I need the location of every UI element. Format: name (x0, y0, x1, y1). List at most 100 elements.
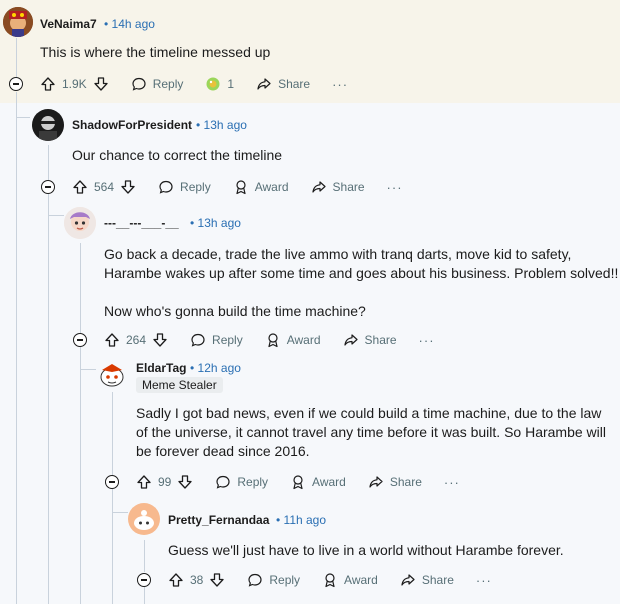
separator-dot: • (190, 361, 195, 375)
avatar[interactable] (128, 503, 160, 535)
timestamp-link[interactable]: 13h ago (198, 216, 241, 230)
avatar[interactable] (96, 360, 128, 392)
vote-score: 1.9K (62, 77, 87, 91)
comment-actions: 38 Reply Award Share ··· (168, 568, 492, 592)
upvote-icon[interactable] (168, 572, 184, 588)
timestamp-link[interactable]: 14h ago (112, 17, 155, 31)
avatar-image (128, 503, 160, 535)
reply-button[interactable]: Reply (131, 76, 183, 92)
downvote-icon[interactable] (209, 572, 225, 588)
reply-button[interactable]: Reply (247, 572, 300, 588)
share-label: Share (332, 180, 365, 194)
avatar-image (96, 360, 128, 392)
comment-body: Sadly I got bad news, even if we could b… (136, 404, 606, 461)
downvote-icon[interactable] (120, 179, 136, 195)
award-label: Award (286, 333, 321, 347)
comment-text: Our chance to correct the timeline (72, 147, 283, 163)
more-options-icon[interactable]: ··· (387, 180, 403, 195)
avatar[interactable] (64, 207, 96, 239)
thread-line (16, 38, 17, 78)
avatar-image (32, 109, 64, 141)
collapse-icon[interactable] (41, 180, 55, 194)
comment-actions: 99 Reply Award Share ··· (136, 470, 460, 494)
timestamp-link[interactable]: 11h ago (284, 513, 327, 527)
more-options-icon[interactable]: ··· (332, 77, 348, 92)
vote-score: 99 (158, 475, 172, 489)
comment-meta: • 11h ago (276, 513, 326, 527)
award-icon (268, 333, 278, 348)
more-options-icon[interactable]: ··· (419, 333, 435, 348)
reply-button[interactable]: Reply (190, 332, 243, 348)
share-button[interactable]: Share (368, 474, 422, 490)
separator-dot: • (276, 513, 281, 527)
separator-dot: • (190, 216, 195, 230)
reply-icon (216, 475, 230, 489)
upvote-icon[interactable] (40, 76, 56, 92)
username[interactable]: EldarTag (136, 361, 186, 375)
vote-score: 564 (94, 180, 115, 194)
share-icon (369, 476, 383, 488)
award-button[interactable]: Award (290, 474, 346, 490)
vote-group: 264 (104, 332, 168, 348)
collapse-icon[interactable] (73, 333, 87, 347)
avatar[interactable] (3, 7, 33, 37)
more-options-icon[interactable]: ··· (444, 475, 460, 490)
timestamp-link[interactable]: 13h ago (204, 118, 247, 132)
avatar[interactable] (32, 109, 64, 141)
downvote-icon[interactable] (152, 332, 168, 348)
vote-group: 38 (168, 572, 225, 588)
thread-line (144, 586, 145, 604)
collapse-icon[interactable] (105, 475, 119, 489)
award-icon (236, 180, 246, 195)
username[interactable]: ---__---___-__ (104, 216, 179, 230)
comment-text: of the universe, it cannot travel any ti… (136, 424, 606, 440)
award-button[interactable]: 1 (205, 76, 234, 92)
thread-line (80, 243, 81, 333)
collapse-icon[interactable] (9, 77, 23, 91)
more-options-icon[interactable]: ··· (476, 573, 492, 588)
share-button[interactable]: Share (400, 572, 454, 588)
vote-score: 264 (126, 333, 147, 347)
username[interactable]: VeNaima7 (40, 17, 97, 31)
reply-button[interactable]: Reply (215, 474, 268, 490)
award-emoji-icon (206, 77, 220, 91)
share-icon (343, 334, 358, 346)
thread-line (144, 540, 145, 572)
comment-body: Our chance to correct the timeline (72, 146, 282, 165)
separator-dot: • (104, 17, 109, 31)
share-label: Share (278, 77, 311, 91)
downvote-icon[interactable] (177, 474, 193, 490)
avatar-image (64, 207, 96, 239)
comment-meta: • 13h ago (196, 118, 247, 132)
downvote-icon[interactable] (93, 76, 109, 92)
award-icon (325, 573, 335, 588)
share-button[interactable]: Share (343, 332, 397, 348)
comment-text: This is where the timeline messed up (40, 44, 271, 60)
share-button[interactable]: Share (311, 179, 365, 195)
comment-text: Guess we'll just have to live in a world… (168, 542, 564, 558)
share-button[interactable]: Share (256, 76, 310, 92)
username[interactable]: Pretty_Fernandaa (168, 513, 269, 527)
comment-text: Harambe wakes up after some time and goe… (104, 265, 619, 281)
username[interactable]: ShadowForPresident (72, 118, 192, 132)
reply-label: Reply (269, 573, 301, 587)
comment-text-blank (104, 283, 618, 302)
vote-group: 99 (136, 474, 193, 490)
upvote-icon[interactable] (104, 332, 120, 348)
timestamp-link[interactable]: 12h ago (198, 361, 241, 375)
reply-icon (191, 333, 205, 347)
award-button[interactable]: Award (265, 332, 321, 348)
thread-line (112, 392, 113, 475)
award-button[interactable]: Award (233, 179, 289, 195)
share-icon (311, 181, 326, 193)
share-label: Share (421, 573, 454, 587)
upvote-icon[interactable] (136, 474, 152, 490)
collapse-icon[interactable] (137, 573, 151, 587)
comment-actions: 264 Reply Award Share ··· (104, 328, 435, 352)
award-button[interactable]: Award (322, 572, 378, 588)
comment-meta: • 12h ago (190, 361, 241, 375)
comment-body: This is where the timeline messed up (40, 43, 270, 62)
upvote-icon[interactable] (72, 179, 88, 195)
thread-line (48, 145, 49, 180)
reply-button[interactable]: Reply (158, 179, 211, 195)
